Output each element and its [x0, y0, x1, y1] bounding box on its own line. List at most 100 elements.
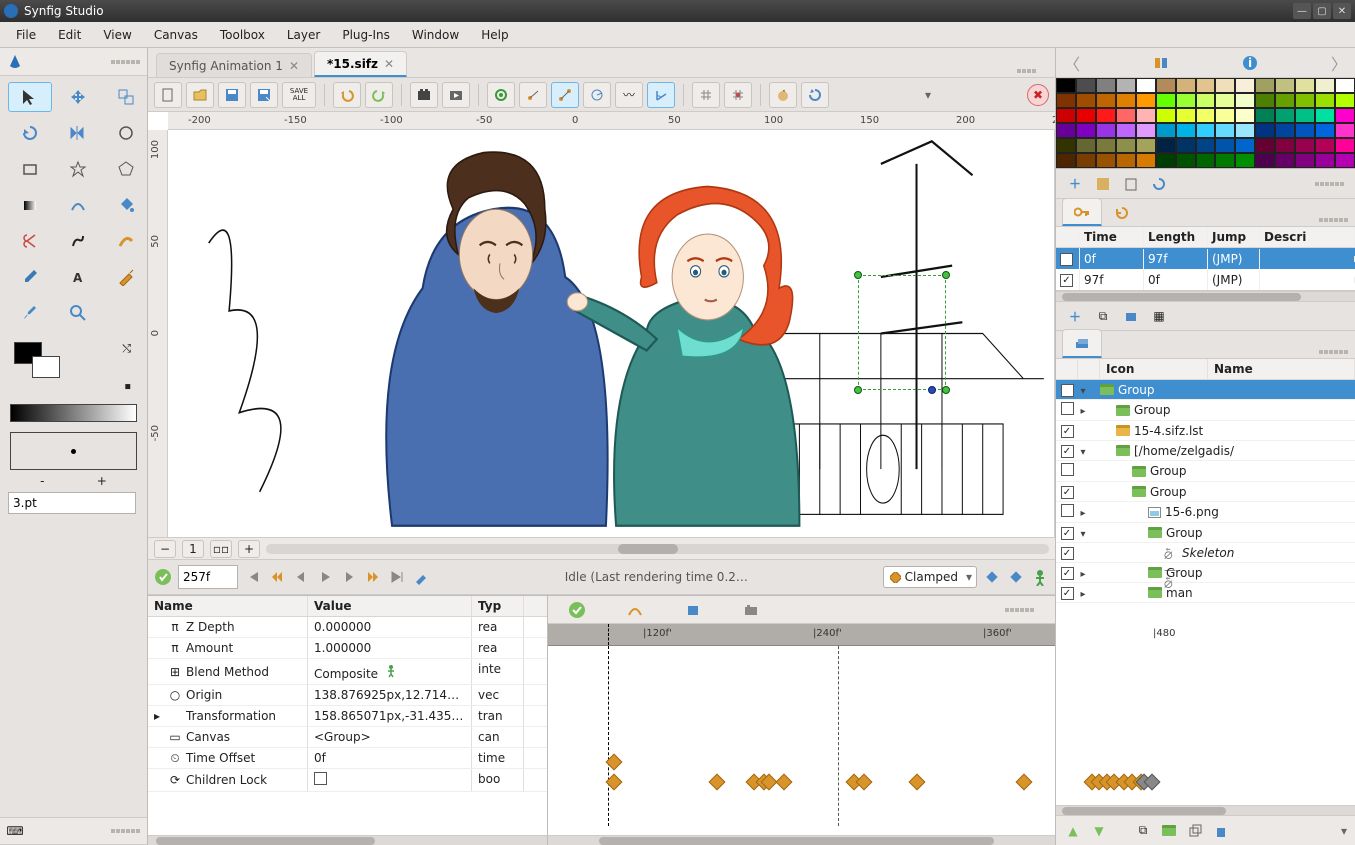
palette-swatch[interactable]	[1116, 153, 1136, 168]
palette-swatch[interactable]	[1295, 78, 1315, 93]
zoom-reset-button[interactable]: 1	[182, 540, 204, 558]
duck-handle[interactable]	[942, 386, 950, 394]
gradient-swatch[interactable]	[10, 404, 137, 422]
palette-swatch[interactable]	[1255, 153, 1275, 168]
seek-prev-frame-button[interactable]	[292, 568, 310, 586]
kf-header[interactable]: Jump	[1208, 227, 1260, 247]
kf-header[interactable]: Time	[1080, 227, 1144, 247]
palette-swatch[interactable]	[1335, 108, 1355, 123]
palette-swatch[interactable]	[1295, 93, 1315, 108]
palette-swatch[interactable]	[1215, 138, 1235, 153]
circle-tool[interactable]	[104, 118, 148, 148]
save-as-button[interactable]	[250, 82, 278, 108]
snap-grid-toggle[interactable]	[724, 82, 752, 108]
menu-window[interactable]: Window	[402, 25, 469, 45]
palette-open-icon[interactable]	[1122, 175, 1140, 193]
palette-swatch[interactable]	[1136, 108, 1156, 123]
palette-swatch[interactable]	[1156, 78, 1176, 93]
mirror-tool[interactable]	[56, 118, 100, 148]
layers-tab[interactable]	[1062, 329, 1102, 358]
minimize-button[interactable]: —	[1293, 3, 1311, 19]
layer-row[interactable]: ✓ 15-4.sifz.lst	[1056, 421, 1355, 441]
sketch-tool[interactable]	[104, 262, 148, 292]
document-tab[interactable]: Synfig Animation 1 ✕	[156, 53, 312, 77]
kf-header[interactable]: Descri	[1260, 227, 1355, 247]
palette-swatch[interactable]	[1156, 108, 1176, 123]
palette-swatch[interactable]	[1315, 108, 1335, 123]
layers-scrollbar[interactable]	[1056, 805, 1355, 815]
palette-swatch[interactable]	[1176, 123, 1196, 138]
palette-swatch[interactable]	[1056, 93, 1076, 108]
palette-swatch[interactable]	[1275, 93, 1295, 108]
param-row[interactable]: ○ Origin138.876925px,12.714575vec	[148, 685, 547, 706]
palette-swatch[interactable]	[1096, 108, 1116, 123]
palette-swatch[interactable]	[1275, 138, 1295, 153]
palette-swatch[interactable]	[1076, 108, 1096, 123]
palette-swatch[interactable]	[1196, 78, 1216, 93]
params-scrollbar[interactable]	[148, 835, 547, 845]
palette-swatch[interactable]	[1136, 138, 1156, 153]
param-row[interactable]: π Amount1.000000rea	[148, 638, 547, 659]
smooth-move-tool[interactable]	[56, 82, 100, 112]
palette-swatch[interactable]	[1096, 138, 1116, 153]
brush-increase[interactable]: +	[97, 474, 107, 488]
star-tool[interactable]	[56, 154, 100, 184]
save-all-button[interactable]: SAVE ALL	[282, 82, 316, 108]
waypoint[interactable]	[909, 774, 926, 791]
params-header-name[interactable]: Name	[148, 596, 308, 616]
palette-save-icon[interactable]	[1094, 175, 1112, 193]
palette-swatch[interactable]	[1156, 93, 1176, 108]
palette-swatch[interactable]	[1096, 93, 1116, 108]
palette-swatch[interactable]	[1255, 138, 1275, 153]
layer-row[interactable]: ✓⦴—⦴ Skeleton	[1056, 543, 1355, 563]
palette-swatch[interactable]	[1275, 153, 1295, 168]
palette-swatch[interactable]	[1136, 123, 1156, 138]
palette-swatch[interactable]	[1116, 138, 1136, 153]
palette-swatch[interactable]	[1235, 123, 1255, 138]
new-file-button[interactable]	[154, 82, 182, 108]
layer-row[interactable]: ✓▾ Group	[1056, 523, 1355, 543]
swap-colors-icon[interactable]: ⤭	[122, 342, 131, 356]
info-icon[interactable]: i	[1241, 54, 1259, 72]
close-tab-icon[interactable]: ✕	[289, 59, 299, 73]
layer-row[interactable]: ✓▸ Group	[1056, 563, 1355, 583]
palette-swatch[interactable]	[1176, 138, 1196, 153]
text-tool[interactable]: A	[56, 262, 100, 292]
palette-swatch[interactable]	[1176, 153, 1196, 168]
history-icon[interactable]	[1113, 204, 1131, 222]
toolbar-dropdown[interactable]: ▾	[925, 88, 931, 102]
save-button[interactable]	[218, 82, 246, 108]
palette-swatch[interactable]	[1076, 153, 1096, 168]
zoom-fit-button[interactable]: ▫▫	[210, 540, 232, 558]
palette-swatch[interactable]	[1295, 123, 1315, 138]
palette-swatch[interactable]	[1196, 108, 1216, 123]
param-row[interactable]: π Z Depth0.000000rea	[148, 617, 547, 638]
keyframes-tab[interactable]	[1062, 198, 1102, 226]
palette-swatch[interactable]	[1136, 78, 1156, 93]
kf-duplicate-icon[interactable]: ⧉	[1094, 307, 1112, 325]
duck-radius-toggle[interactable]	[583, 82, 611, 108]
palette-swatch[interactable]	[1295, 108, 1315, 123]
palette-swatch[interactable]	[1076, 138, 1096, 153]
palette-swatch[interactable]	[1315, 153, 1335, 168]
brush-decrease[interactable]: -	[40, 474, 44, 488]
palette-swatch[interactable]	[1136, 153, 1156, 168]
palette-swatch[interactable]	[1215, 93, 1235, 108]
palette-swatch[interactable]	[1295, 138, 1315, 153]
palette-swatch[interactable]	[1196, 138, 1216, 153]
palette-swatch[interactable]	[1295, 153, 1315, 168]
palette-swatch[interactable]	[1215, 108, 1235, 123]
palette-swatch[interactable]	[1335, 78, 1355, 93]
layer-row[interactable]: ✓▾ [/home/zelgadis/	[1056, 441, 1355, 461]
maximize-button[interactable]: ▢	[1313, 3, 1331, 19]
palette-swatch[interactable]	[1315, 78, 1335, 93]
kf-header[interactable]	[1056, 234, 1080, 240]
seek-end-button[interactable]	[388, 568, 406, 586]
param-row[interactable]: ▭ Canvas<Group>can	[148, 727, 547, 748]
brush-size-field[interactable]	[8, 492, 136, 514]
menu-edit[interactable]: Edit	[48, 25, 91, 45]
palette-swatch[interactable]	[1156, 123, 1176, 138]
menu-canvas[interactable]: Canvas	[144, 25, 208, 45]
polygon-tool[interactable]	[104, 154, 148, 184]
timetrack-rows[interactable]	[548, 646, 1055, 835]
